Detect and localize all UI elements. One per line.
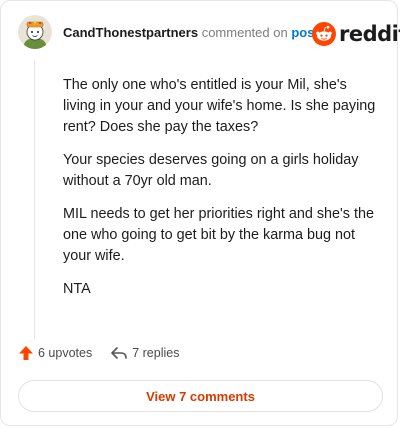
comment-header: CandThonestpartners commented on post [63,25,319,41]
view-comments-button[interactable]: View 7 comments [18,380,383,412]
reddit-wordmark: reddit [339,22,400,46]
comment-actions: 6 upvotes 7 replies [18,345,197,361]
upvotes-count: 6 upvotes [38,346,93,360]
comment-body: The only one who's entitled is your Mil,… [63,75,383,312]
action-text: commented on [201,25,288,40]
upvote-arrow-icon [19,346,33,360]
comment-paragraph: The only one who's entitled is your Mil,… [63,77,376,135]
comment-paragraph: Your species deserves going on a girls h… [63,152,359,189]
reddit-logo[interactable]: reddit [312,21,400,47]
replies-button[interactable]: 7 replies [110,345,179,361]
reddit-snoo-icon [312,22,336,46]
user-avatar[interactable] [18,15,52,49]
embedded-comment-card: CandThonestpartners commented on post re… [0,0,400,426]
reply-arrow-icon [111,347,128,359]
comment-paragraph: NTA [63,281,91,297]
comment-paragraph: MIL needs to get her priorities right an… [63,206,374,264]
avatar-icon [18,15,52,49]
replies-count: 7 replies [132,346,180,360]
thread-line [34,59,35,339]
upvote-button[interactable]: 6 upvotes [18,345,92,361]
username-link[interactable]: CandThonestpartners [63,25,198,40]
